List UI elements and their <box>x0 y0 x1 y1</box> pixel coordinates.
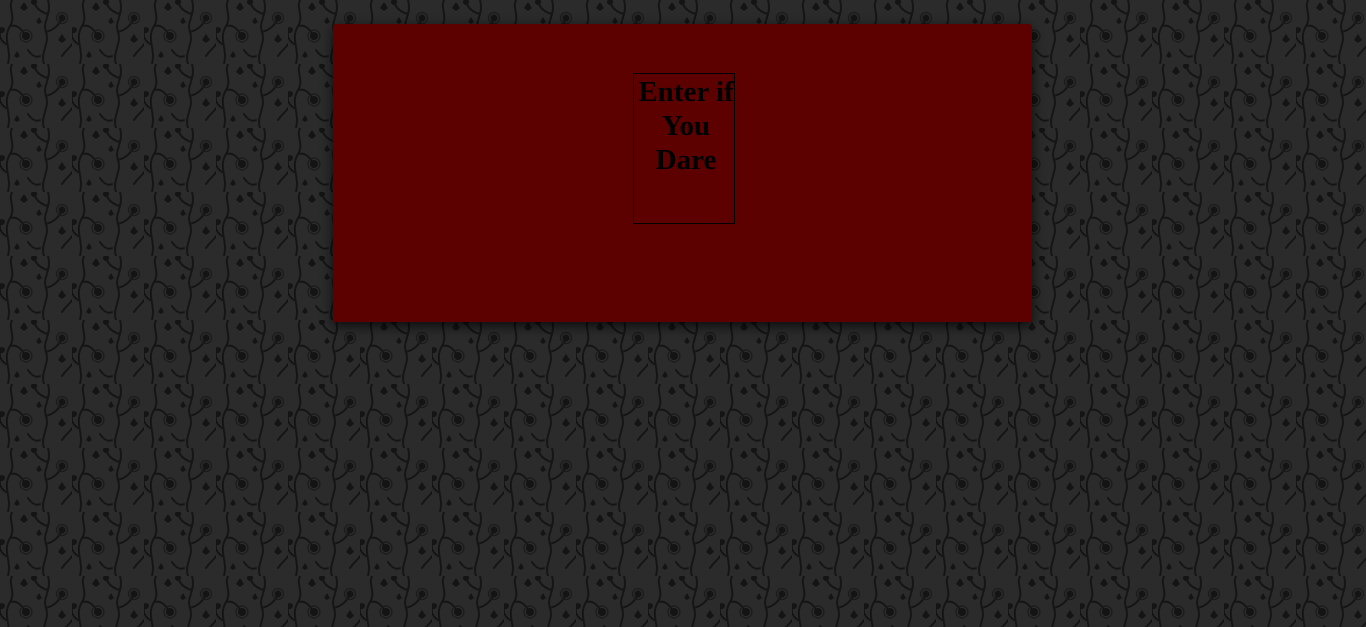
intro-panel: Enter if You Dare <box>333 24 1032 322</box>
enter-link[interactable]: Enter if You Dare <box>633 73 735 224</box>
enter-label: Enter if You Dare <box>638 76 734 176</box>
